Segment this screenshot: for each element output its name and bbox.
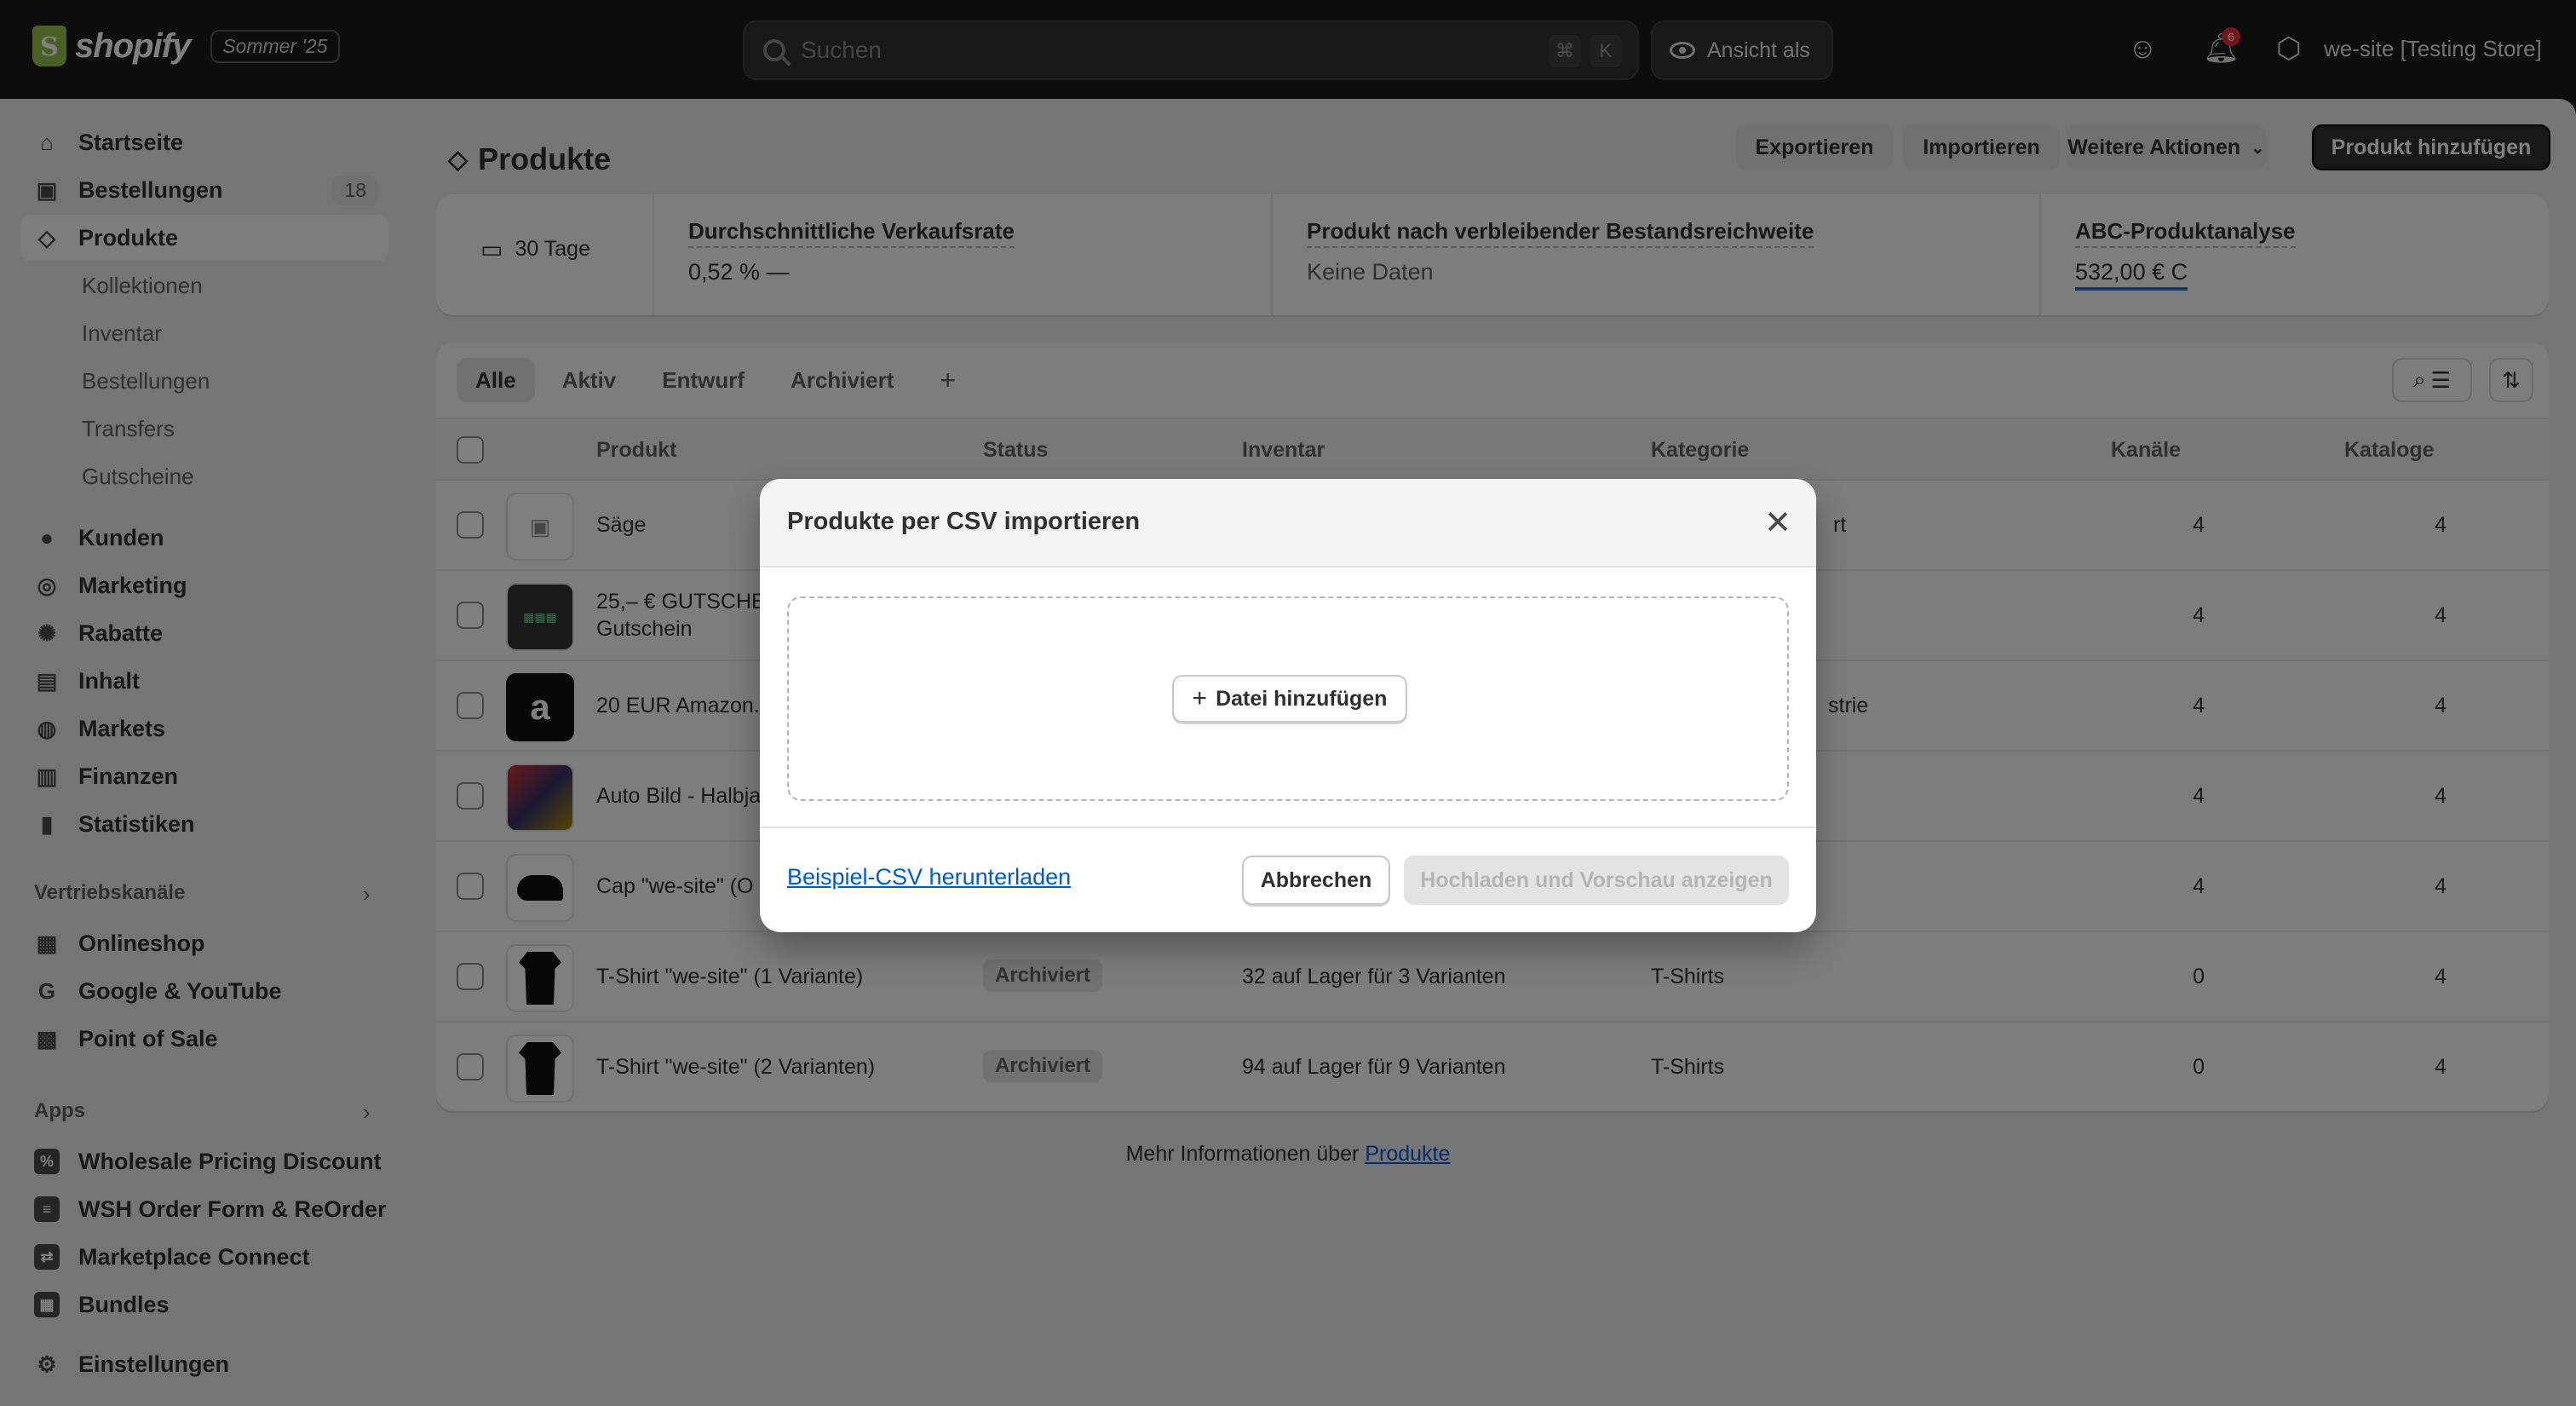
cancel-button[interactable]: Abbrechen — [1242, 856, 1390, 905]
close-icon[interactable]: ✕ — [1757, 501, 1799, 544]
plus-icon: + — [1192, 684, 1208, 712]
file-dropzone[interactable]: + Datei hinzufügen — [787, 596, 1789, 801]
modal-title: Produkte per CSV importieren — [787, 508, 1141, 535]
modal-footer: Beispiel-CSV herunterladen Abbrechen Hoc… — [760, 827, 1816, 932]
add-file-label: Datei hinzufügen — [1216, 686, 1388, 711]
upload-preview-button[interactable]: Hochladen und Vorschau anzeigen — [1404, 856, 1789, 905]
download-sample-csv-link[interactable]: Beispiel-CSV herunterladen — [787, 864, 1071, 890]
import-csv-dialog: Produkte per CSV importieren ✕ + Datei h… — [760, 479, 1816, 932]
modal-header: Produkte per CSV importieren ✕ — [760, 479, 1816, 568]
add-file-button[interactable]: + Datei hinzufügen — [1172, 675, 1407, 723]
